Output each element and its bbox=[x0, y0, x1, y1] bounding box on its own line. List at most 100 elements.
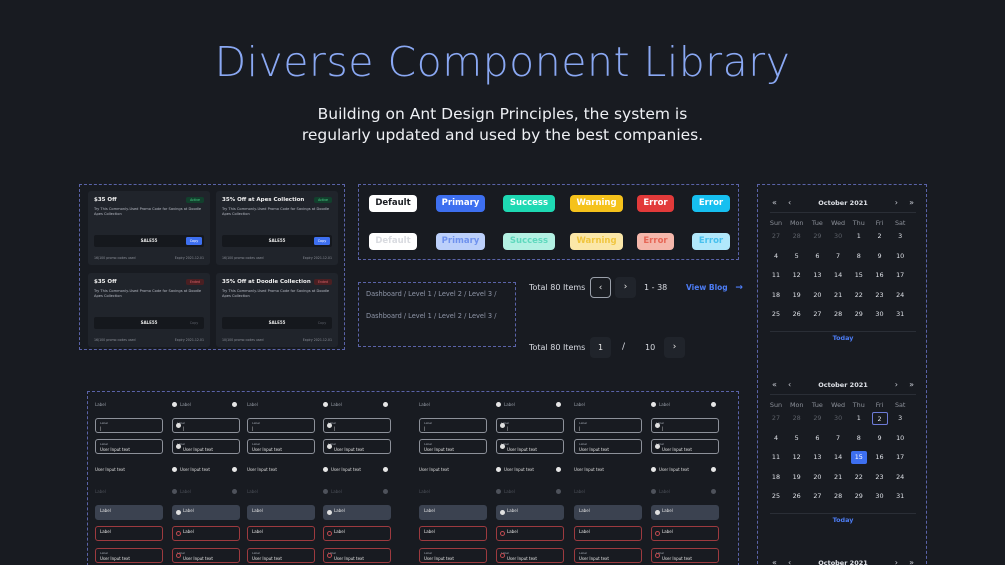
chevron-right-icon[interactable]: › bbox=[895, 558, 898, 565]
text-input[interactable]: Label bbox=[172, 526, 240, 541]
calendar-day[interactable]: 17 bbox=[892, 451, 908, 464]
calendar-day[interactable]: 2 bbox=[871, 412, 888, 425]
default-button[interactable]: Default bbox=[369, 195, 417, 212]
clear-icon[interactable] bbox=[500, 444, 505, 449]
calendar-day[interactable]: 27 bbox=[809, 308, 825, 321]
calendar-day[interactable]: 27 bbox=[768, 412, 784, 425]
warning-button-disabled[interactable]: Warning bbox=[570, 233, 623, 250]
clear-icon[interactable] bbox=[176, 444, 181, 449]
text-input[interactable]: Label bbox=[574, 505, 642, 520]
text-input[interactable]: Label User Input text bbox=[496, 439, 564, 454]
text-input[interactable]: Label User Input text bbox=[95, 548, 163, 563]
calendar-day[interactable]: 20 bbox=[809, 471, 825, 484]
calendar-day[interactable]: 3 bbox=[892, 412, 908, 425]
calendar-day[interactable]: 9 bbox=[872, 432, 888, 445]
prev-page-button[interactable]: ‹ bbox=[590, 277, 611, 298]
calendar-day[interactable]: 28 bbox=[789, 412, 805, 425]
double-chevron-right-icon[interactable]: » bbox=[909, 380, 914, 389]
text-input[interactable]: Label | bbox=[323, 418, 391, 433]
text-input[interactable]: Label bbox=[419, 505, 487, 520]
calendar-day[interactable]: 26 bbox=[789, 308, 805, 321]
text-input[interactable]: Label | bbox=[574, 418, 642, 433]
clear-icon[interactable] bbox=[327, 510, 332, 515]
text-input[interactable]: Label User Input text bbox=[651, 548, 719, 563]
text-input[interactable]: Label User Input text bbox=[574, 439, 642, 454]
calendar-day[interactable]: 7 bbox=[830, 432, 846, 445]
calendar-day[interactable]: 28 bbox=[789, 230, 805, 243]
text-input[interactable]: Label bbox=[247, 526, 315, 541]
calendar-day[interactable]: 24 bbox=[892, 289, 908, 302]
calendar-day[interactable]: 19 bbox=[789, 289, 805, 302]
calendar-day[interactable]: 1 bbox=[851, 230, 867, 243]
calendar-day[interactable]: 13 bbox=[809, 451, 825, 464]
calendar-day[interactable]: 9 bbox=[872, 250, 888, 263]
default-button-disabled[interactable]: Default bbox=[369, 233, 417, 250]
text-input[interactable]: Label bbox=[651, 505, 719, 520]
clear-icon[interactable] bbox=[500, 510, 505, 515]
text-input[interactable]: Label User Input text bbox=[323, 548, 391, 563]
text-input[interactable]: Label bbox=[574, 526, 642, 541]
text-input[interactable]: Label User Input text bbox=[95, 439, 163, 454]
calendar-day[interactable]: 4 bbox=[768, 250, 784, 263]
text-input[interactable]: Label bbox=[496, 505, 564, 520]
calendar-day[interactable]: 17 bbox=[892, 269, 908, 282]
calendar-day[interactable]: 30 bbox=[830, 230, 846, 243]
calendar-day[interactable]: 18 bbox=[768, 289, 784, 302]
text-input[interactable]: Label bbox=[323, 526, 391, 541]
text-input[interactable]: Label | bbox=[247, 418, 315, 433]
calendar-day[interactable]: 20 bbox=[809, 289, 825, 302]
error-icon[interactable] bbox=[176, 531, 181, 536]
calendar-day[interactable]: 29 bbox=[809, 412, 825, 425]
text-input[interactable]: Label bbox=[247, 505, 315, 520]
error-cyan-button-disabled[interactable]: Error bbox=[692, 233, 730, 250]
primary-button-disabled[interactable]: Primary bbox=[436, 233, 485, 250]
calendar-day[interactable]: 21 bbox=[830, 289, 846, 302]
text-input[interactable]: Label User Input text bbox=[496, 548, 564, 563]
calendar-day[interactable]: 23 bbox=[872, 471, 888, 484]
calendar-day[interactable]: 31 bbox=[892, 490, 908, 503]
calendar-day[interactable]: 14 bbox=[830, 451, 846, 464]
text-input[interactable]: Label | bbox=[496, 418, 564, 433]
copy-button[interactable]: Copy bbox=[186, 237, 202, 245]
calendar-day[interactable]: 15 bbox=[850, 451, 867, 465]
calendar-day[interactable]: 27 bbox=[809, 490, 825, 503]
calendar-day[interactable]: 6 bbox=[809, 250, 825, 263]
error-button-disabled[interactable]: Error bbox=[637, 233, 674, 250]
calendar-day[interactable]: 11 bbox=[768, 269, 784, 282]
calendar-day[interactable]: 25 bbox=[768, 490, 784, 503]
calendar-day[interactable]: 14 bbox=[830, 269, 846, 282]
calendar-day[interactable]: 12 bbox=[789, 269, 805, 282]
view-blog-link[interactable]: View Blog → bbox=[686, 283, 743, 293]
error-cyan-button[interactable]: Error bbox=[692, 195, 730, 212]
text-input[interactable]: Label User Input text bbox=[247, 548, 315, 563]
text-input[interactable]: Label User Input text bbox=[651, 439, 719, 454]
calendar-day[interactable]: 31 bbox=[892, 308, 908, 321]
clear-icon[interactable] bbox=[655, 423, 660, 428]
text-input[interactable]: Label | bbox=[95, 418, 163, 433]
calendar-day[interactable]: 30 bbox=[872, 490, 888, 503]
calendar-day[interactable]: 11 bbox=[768, 451, 784, 464]
text-input[interactable]: Label | bbox=[172, 418, 240, 433]
text-input[interactable]: Label User Input text bbox=[574, 548, 642, 563]
calendar-day[interactable]: 7 bbox=[830, 250, 846, 263]
calendar-day[interactable]: 25 bbox=[768, 308, 784, 321]
text-input[interactable]: Label User Input text bbox=[419, 548, 487, 563]
calendar-day[interactable]: 12 bbox=[789, 451, 805, 464]
calendar-day[interactable]: 8 bbox=[851, 250, 867, 263]
text-input[interactable]: Label User Input text bbox=[323, 439, 391, 454]
error-icon[interactable] bbox=[327, 531, 332, 536]
calendar-day[interactable]: 10 bbox=[892, 432, 908, 445]
calendar-day[interactable]: 28 bbox=[830, 490, 846, 503]
calendar-day[interactable]: 15 bbox=[851, 269, 867, 282]
calendar-day[interactable]: 30 bbox=[830, 412, 846, 425]
text-input[interactable]: Label | bbox=[419, 418, 487, 433]
error-icon[interactable] bbox=[327, 553, 332, 558]
success-button[interactable]: Success bbox=[503, 195, 555, 212]
chevron-right-icon[interactable]: › bbox=[895, 380, 898, 389]
text-input[interactable]: Label bbox=[496, 526, 564, 541]
copy-button[interactable]: Copy bbox=[314, 319, 330, 327]
success-button-disabled[interactable]: Success bbox=[503, 233, 555, 250]
calendar-day[interactable]: 19 bbox=[789, 471, 805, 484]
text-input[interactable]: Label bbox=[419, 526, 487, 541]
calendar-day[interactable]: 16 bbox=[872, 269, 888, 282]
